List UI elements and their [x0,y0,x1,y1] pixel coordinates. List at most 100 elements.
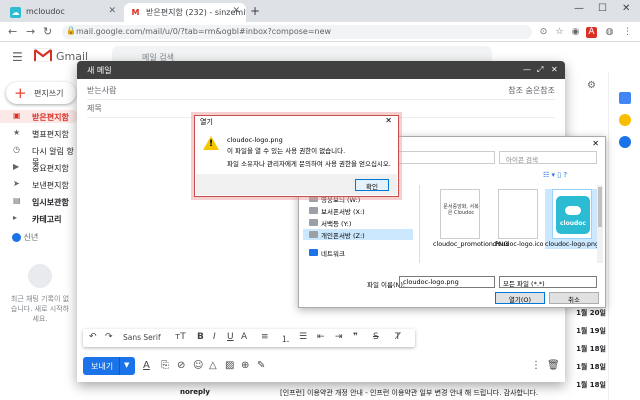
sidebar: + 편지쓰기 ▣ 받은편지함 ★ 별표편지함 ◷ 다시 알림 항목 ▶ 중요편지… [0,72,80,400]
address-bar[interactable]: 🔒 mail.google.com/mail/u/0/?tab=rm&ogbl#… [62,25,532,39]
photo-icon[interactable]: ▨ [225,360,234,371]
sidebar-item-drafts[interactable]: ▤ 임시보관함 [0,195,78,208]
cancel-button[interactable]: 취소 [549,292,599,304]
new-tab-button[interactable]: + [250,4,260,18]
forward-icon[interactable]: → [26,25,35,38]
email-row[interactable]: noreply [인프런] 이용약관 개정 안내 - 인프런 이용약관 일부 변… [140,388,610,400]
bookmark-star-icon[interactable]: ☆ [554,27,565,38]
attach-icon[interactable]: ⎘ [161,360,169,371]
send-options-icon[interactable]: ▼ [124,361,129,369]
profile-icon[interactable]: ◍ [604,27,615,38]
close-icon[interactable]: ✕ [385,116,392,125]
indent-more-icon[interactable]: ⇥ [335,332,343,342]
send-button[interactable]: 보내기 ▼ [83,357,135,375]
addon-sidebar [608,72,640,400]
close-tab-icon[interactable]: ✕ [232,6,240,16]
menu-dots-icon[interactable]: ⋮ [622,27,633,38]
cc-bcc-link[interactable]: 참조 숨은참조 [508,85,555,96]
file-item[interactable]: 문서중앙화, 서복은 Cloudoc cloudoc_promotion.PNG [433,189,508,249]
bullet-list-icon[interactable]: ☰ [299,332,307,342]
browser-toolbar: ← → ↻ 🔒 mail.google.com/mail/u/0/?tab=rm… [0,22,640,42]
sidebar-item-label: 보낸편지함 [32,181,69,190]
email-date: 1월 18일 [576,363,606,371]
back-icon[interactable]: ← [8,25,17,38]
scroll-thumb[interactable] [598,187,602,227]
chat-user[interactable]: 신년 [12,232,38,243]
text-color-icon[interactable]: A [241,332,247,342]
warning-mark: ! [209,139,214,149]
numbered-list-icon[interactable]: ⒈ [281,332,290,345]
minimize-icon[interactable]: — [523,65,531,74]
extension-icon[interactable]: A [586,27,597,38]
compose-button[interactable]: + 편지쓰기 [6,82,76,104]
close-icon[interactable]: ✕ [551,65,558,74]
dialog-title: 열기 [200,118,213,126]
minimize-icon[interactable]: — [574,3,584,14]
compose-title: 새 메일 [87,66,112,75]
sidebar-item-sent[interactable]: ➤ 보낸편지함 [0,178,78,191]
maximize-icon[interactable]: ☐ [598,3,607,14]
filename-input[interactable]: cloudoc-logo.png [399,276,495,288]
filetype-select[interactable]: 모든 파일 (*.*) [499,276,597,288]
clock-icon: ◷ [13,145,20,154]
reload-icon[interactable]: ↻ [43,25,52,38]
bold-icon[interactable]: B [197,332,204,342]
tasks-icon[interactable] [619,136,631,148]
file-item[interactable]: cloudoc-logo.ico [491,189,545,249]
indent-less-icon[interactable]: ⇤ [317,332,325,342]
more-options-icon[interactable]: ⋮ [531,360,541,371]
strikethrough-icon[interactable]: S [373,332,379,342]
link-icon[interactable]: ⊘ [177,360,185,371]
quote-icon[interactable]: ❞ [353,332,358,342]
nav-item-network[interactable]: 네트워크 [303,247,413,258]
tab-gmail[interactable]: M 받은편지함 (232) - sinzemitre@ ✕ [124,3,246,22]
open-button[interactable]: 열기(O) [495,292,545,304]
fullscreen-icon[interactable]: ⤢ [537,65,543,75]
italic-icon[interactable]: I [213,332,216,342]
font-size-icon[interactable]: ᴛT [175,332,186,342]
sidebar-item-important[interactable]: ▶ 중요편지함 [0,161,78,174]
undo-icon[interactable]: ↶ [89,332,97,342]
align-icon[interactable]: ≡ [261,332,269,342]
close-window-icon[interactable]: ✕ [622,3,630,14]
underline-icon[interactable]: U [227,332,234,342]
confidential-icon[interactable]: ⊕ [241,360,249,371]
emoji-icon[interactable]: ☺ [193,360,203,371]
key-icon[interactable]: ⊙ [538,27,549,38]
nav-item-drive[interactable]: 서백등 (Y:) [303,217,413,228]
sidebar-item-snoozed[interactable]: ◷ 다시 알림 항목 [0,144,78,167]
close-icon[interactable]: ✕ [592,139,599,148]
file-item[interactable]: cloudoc cloudoc-logo.png [545,189,599,249]
user-name: 신년 [23,233,39,242]
subject-label: 제목 [87,104,102,113]
extension-icon[interactable]: ◉ [570,27,581,38]
sidebar-item-categories[interactable]: ▸ 카테고리 [0,212,78,225]
main-menu-icon[interactable]: ☰ [12,50,23,64]
nav-item-drive[interactable]: 개인폰서방 (Z:) [303,229,413,240]
discard-icon[interactable]: 🗑 [547,360,560,371]
folder-search-input[interactable]: 아이콘 검색 [499,151,597,164]
remove-format-icon[interactable]: Ⱦ [395,332,401,342]
tab-mcloudoc[interactable]: ☁ mcloudoc ✕ [4,3,122,22]
settings-gear-icon[interactable]: ⚙ [586,80,597,91]
format-toggle-icon[interactable]: A [143,360,150,371]
sidebar-item-inbox[interactable]: ▣ 받은편지함 [0,110,78,123]
file-list-scrollbar[interactable] [597,185,603,263]
redo-icon[interactable]: ↷ [105,332,113,342]
pane-divider[interactable] [419,185,420,263]
calendar-icon[interactable] [619,92,631,104]
sidebar-item-starred[interactable]: ★ 별표편지함 [0,127,78,140]
keep-icon[interactable] [619,114,631,126]
drive-icon[interactable]: △ [209,360,217,371]
font-select[interactable]: Sans Serif [123,333,161,342]
sidebar-item-label: 받은편지함 [32,113,69,122]
nav-item-drive[interactable]: 보서폰서방 (X:) [303,205,413,216]
close-tab-icon[interactable]: ✕ [108,6,116,16]
ok-button[interactable]: 확인 [355,179,389,191]
sidebar-item-label: 중요편지함 [32,164,69,173]
view-options-icon[interactable]: ☷ ▾ ▯ ? [543,171,567,179]
to-field[interactable]: 받는사람 참조 숨은참조 [87,83,555,100]
star-icon: ★ [13,128,21,137]
url-text: mail.google.com/mail/u/0/?tab=rm&ogbl#in… [76,27,332,36]
signature-icon[interactable]: ✎ [257,360,265,371]
